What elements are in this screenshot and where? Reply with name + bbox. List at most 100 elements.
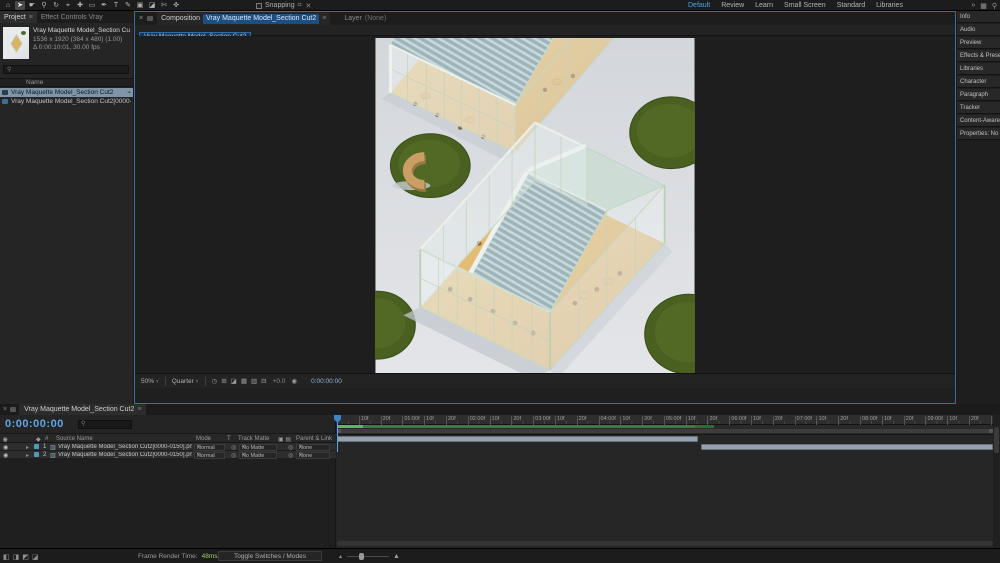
panel-content-aware-fi[interactable]: Content-Aware Fi bbox=[957, 115, 1000, 127]
zoom-tool[interactable]: ⚲ bbox=[39, 1, 49, 10]
orbit-camera-tool[interactable]: ↻ bbox=[51, 1, 61, 10]
panel-info[interactable]: Info bbox=[957, 11, 1000, 23]
track-matte-select[interactable]: No Matte ˅ bbox=[239, 452, 277, 459]
panel-tracker[interactable]: Tracker bbox=[957, 102, 1000, 114]
panel-menu-icon[interactable]: ≡ bbox=[137, 406, 141, 413]
label-color-chip[interactable] bbox=[34, 444, 39, 449]
panel-preview[interactable]: Preview bbox=[957, 37, 1000, 49]
switches-icons[interactable]: ▣ ▤ bbox=[278, 436, 291, 443]
project-item-composition[interactable]: Vray Maquette Model_Section Cut2 ⌁ bbox=[0, 88, 133, 97]
viewer-timecode[interactable]: 0:00:00:00 bbox=[311, 378, 342, 385]
panel-menu-icon[interactable]: ≡ bbox=[29, 14, 33, 21]
layer-name[interactable]: Vray Maquette Model_Section Cut2[0000-01… bbox=[58, 444, 192, 450]
label-color-chip[interactable] bbox=[34, 452, 39, 457]
parent-link-column[interactable]: Parent & Link bbox=[296, 436, 332, 442]
workspace-learn[interactable]: Learn bbox=[755, 2, 773, 9]
source-name-column[interactable]: Source Name bbox=[56, 436, 93, 442]
toggle-switches-modes-button[interactable]: Toggle Switches / Modes bbox=[218, 551, 322, 561]
project-search-input[interactable]: ⚲ bbox=[3, 65, 129, 74]
blend-mode-select[interactable]: Normal ˅ bbox=[194, 452, 225, 459]
tab-layer-viewer[interactable]: Layer (None) bbox=[344, 15, 386, 22]
zoom-slider[interactable] bbox=[346, 553, 389, 560]
snapping-checkbox[interactable] bbox=[256, 2, 262, 9]
exposure-value[interactable]: +0.0 bbox=[273, 378, 286, 385]
panel-paragraph[interactable]: Paragraph bbox=[957, 89, 1000, 101]
transparency-grid-icon[interactable]: ▨ bbox=[251, 377, 257, 385]
number-column[interactable]: # bbox=[45, 436, 48, 442]
zoom-in-mountain-icon[interactable]: ▲ bbox=[393, 553, 400, 560]
frame-blend-icon[interactable]: ◪ bbox=[32, 553, 39, 561]
pen-tool[interactable]: ✒ bbox=[99, 1, 109, 10]
workspace-standard[interactable]: Standard bbox=[837, 2, 865, 9]
eraser-tool[interactable]: ◪ bbox=[147, 1, 157, 10]
shape-tool[interactable]: ▭ bbox=[87, 1, 97, 10]
current-time-display[interactable]: 0:00:00:00 bbox=[5, 418, 64, 430]
composition-viewport[interactable]: 50% ˅ Quarter ˅ ◷ ⊞ ◪ ▦ ▨ ⊟ +0.0 ◉ 0:00:00:00 bbox=[135, 36, 955, 388]
workspace-bar-icon[interactable]: ▦ bbox=[980, 2, 987, 10]
vertical-scrollbar[interactable] bbox=[993, 415, 1000, 548]
resolution-select[interactable]: Quarter ˅ bbox=[172, 378, 199, 385]
track-matte-column[interactable]: Track Matte bbox=[238, 436, 269, 442]
zoom-out-mountain-icon[interactable]: ▲ bbox=[338, 554, 343, 560]
workspace-libraries[interactable]: Libraries bbox=[876, 2, 903, 9]
pickwhip-icon[interactable]: ◎ bbox=[288, 452, 293, 459]
brush-tool[interactable]: ✎ bbox=[123, 1, 133, 10]
parent-select[interactable]: None ˅ bbox=[296, 452, 330, 459]
layer-duration-bar-1[interactable] bbox=[337, 436, 698, 442]
timeline-search-input[interactable]: ⚲ bbox=[78, 420, 132, 429]
timeline-graph-area[interactable]: 10f 20f 01:00f 10f 20f 02:00f 10f 20f 03:00f 10f 2… bbox=[334, 415, 1000, 548]
workspace-default[interactable]: Default bbox=[688, 2, 710, 9]
tab-composition-viewer[interactable]: Composition Vray Maquette Model_Section … bbox=[157, 12, 331, 25]
puppet-tool[interactable]: ✜ bbox=[171, 1, 181, 10]
workspace-small-screen[interactable]: Small Screen bbox=[784, 2, 826, 9]
twirl-icon[interactable]: ▸ bbox=[26, 452, 29, 459]
panel-audio[interactable]: Audio bbox=[957, 24, 1000, 36]
time-ruler[interactable]: 10f 20f 01:00f 10f 20f 02:00f 10f 20f 03:00f 10f 2… bbox=[337, 415, 1000, 425]
workspace-review[interactable]: Review bbox=[721, 2, 744, 9]
pan-behind-tool[interactable]: ✚ bbox=[75, 1, 85, 10]
selection-tool[interactable]: ➤ bbox=[15, 1, 25, 10]
twirl-icon[interactable]: ▸ bbox=[26, 444, 29, 451]
home-tool[interactable]: ⌂ bbox=[3, 1, 13, 10]
layer-duration-bar-2[interactable] bbox=[701, 444, 993, 450]
flowchart-icon[interactable]: ◨ bbox=[13, 553, 20, 561]
track-matte-select[interactable]: No Matte ˅ bbox=[239, 444, 277, 451]
work-area-bar[interactable] bbox=[337, 429, 993, 433]
composition-mini-icon[interactable]: ◧ bbox=[3, 553, 10, 561]
zoom-slider-handle[interactable] bbox=[358, 553, 364, 560]
roto-brush-tool[interactable]: ✄ bbox=[159, 1, 169, 10]
panel-character[interactable]: Character bbox=[957, 76, 1000, 88]
tab-effect-controls[interactable]: Effect Controls Vray Maquette M bbox=[37, 11, 107, 23]
snap-beyond-icon[interactable]: ✕ bbox=[306, 2, 312, 10]
clone-stamp-tool[interactable]: ▣ bbox=[135, 1, 145, 10]
always-preview-icon[interactable]: ◷ bbox=[212, 377, 218, 385]
type-tool[interactable]: T bbox=[111, 1, 121, 10]
panel-libraries[interactable]: Libraries bbox=[957, 63, 1000, 75]
track-camera-tool[interactable]: ⌖ bbox=[63, 1, 73, 10]
layer-row-2[interactable]: ◉ ▸ 2 ▥ Vray Maquette Model_Section Cut2… bbox=[0, 451, 336, 459]
blend-mode-select[interactable]: Normal ˅ bbox=[194, 444, 225, 451]
pixel-aspect-icon[interactable]: ⊟ bbox=[261, 377, 266, 385]
panel-menu-icon[interactable]: ≡ bbox=[322, 15, 326, 22]
hand-tool[interactable]: ☛ bbox=[27, 1, 37, 10]
eye-icon[interactable]: ◉ bbox=[3, 444, 8, 451]
magnification-select[interactable]: 50% ˅ bbox=[141, 378, 159, 385]
snapshot-icon[interactable]: ◉ bbox=[291, 377, 297, 385]
preserve-transparency-column[interactable]: T bbox=[227, 436, 231, 442]
snap-options-icon[interactable]: ⌗ bbox=[298, 2, 302, 10]
timeline-tab-active[interactable]: Vray Maquette Model_Section Cut2 ≡ bbox=[19, 404, 147, 415]
layer-row-1[interactable]: ◉ ▸ 1 ▥ Vray Maquette Model_Section Cut2… bbox=[0, 443, 336, 451]
tab-project[interactable]: Project ≡ bbox=[0, 11, 37, 23]
grid-guides-icon[interactable]: ⊞ bbox=[221, 377, 226, 385]
eye-icon[interactable]: ◉ bbox=[3, 452, 8, 459]
parent-select[interactable]: None ˅ bbox=[296, 444, 330, 451]
panel-effects-presets[interactable]: Effects & Presets bbox=[957, 50, 1000, 62]
close-icon[interactable]: × bbox=[139, 15, 143, 22]
pickwhip-icon[interactable]: ◎ bbox=[288, 444, 293, 451]
project-item-png-sequence[interactable]: Vray Maquette Model_Section Cut2[0000-01… bbox=[0, 97, 133, 106]
workspace-overflow-icon[interactable]: » bbox=[971, 2, 975, 9]
draft-3d-icon[interactable]: ◩ bbox=[22, 553, 29, 561]
panel-properties-no-se[interactable]: Properties: No Se bbox=[957, 128, 1000, 140]
mask-visibility-icon[interactable]: ◪ bbox=[231, 377, 237, 385]
mode-column[interactable]: Mode bbox=[196, 436, 211, 442]
